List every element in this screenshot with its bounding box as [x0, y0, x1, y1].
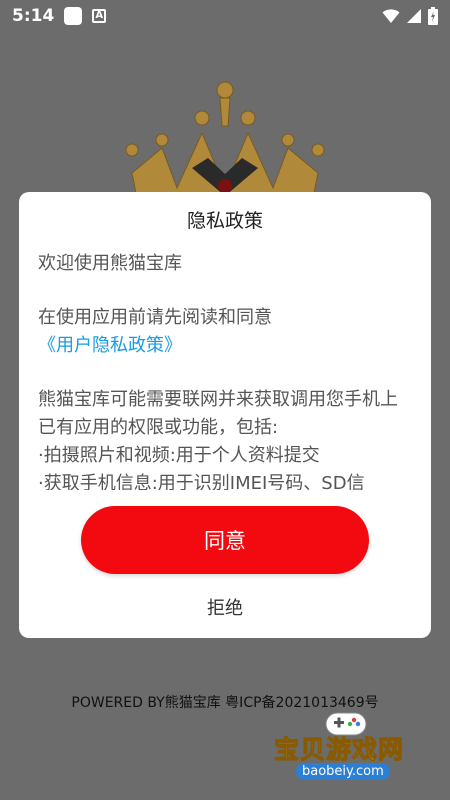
permission-bullet-phone: ·获取手机信息:用于识别IMEI号码、SD信: [38, 473, 365, 490]
dialog-title: 隐私政策: [186, 210, 263, 232]
watermark: 宝贝游戏网 baobeiy.com: [268, 705, 428, 790]
intro-text: 在使用应用前请先阅读和同意《用户隐私政策》: [38, 304, 410, 360]
permission-bullet-camera: ·拍摄照片和视频:用于个人资料提交: [38, 445, 320, 466]
reject-button[interactable]: 拒绝: [175, 590, 275, 624]
notification-icon: [64, 7, 83, 25]
wifi-icon: [382, 9, 400, 23]
privacy-dialog: 隐私政策 欢迎使用熊猫宝库 在使用应用前请先阅读和同意《用户隐私政策》 熊猫宝库…: [19, 192, 431, 638]
agree-button[interactable]: 同意: [81, 506, 369, 574]
dialog-body-scroll[interactable]: 欢迎使用熊猫宝库 在使用应用前请先阅读和同意《用户隐私政策》 熊猫宝库可能需要联…: [38, 250, 410, 490]
privacy-policy-link[interactable]: 《用户隐私政策》: [38, 335, 182, 356]
permission-paragraph: 熊猫宝库可能需要联网并来获取调用您手机上已有应用的权限或功能，包括:: [38, 389, 398, 438]
system-icons: [376, 7, 438, 25]
status-bar: 5:14 A: [0, 0, 450, 32]
battery-icon: [428, 7, 438, 25]
status-time: 5:14: [12, 6, 55, 26]
watermark-url: baobeiy.com: [296, 763, 390, 780]
signal-icon: [407, 9, 421, 23]
intro-prefix: 在使用应用前请先阅读和同意: [38, 307, 272, 328]
notification-letter-icon: A: [92, 9, 107, 23]
welcome-text: 欢迎使用熊猫宝库: [38, 253, 182, 274]
watermark-title: 宝贝游戏网: [273, 735, 405, 765]
